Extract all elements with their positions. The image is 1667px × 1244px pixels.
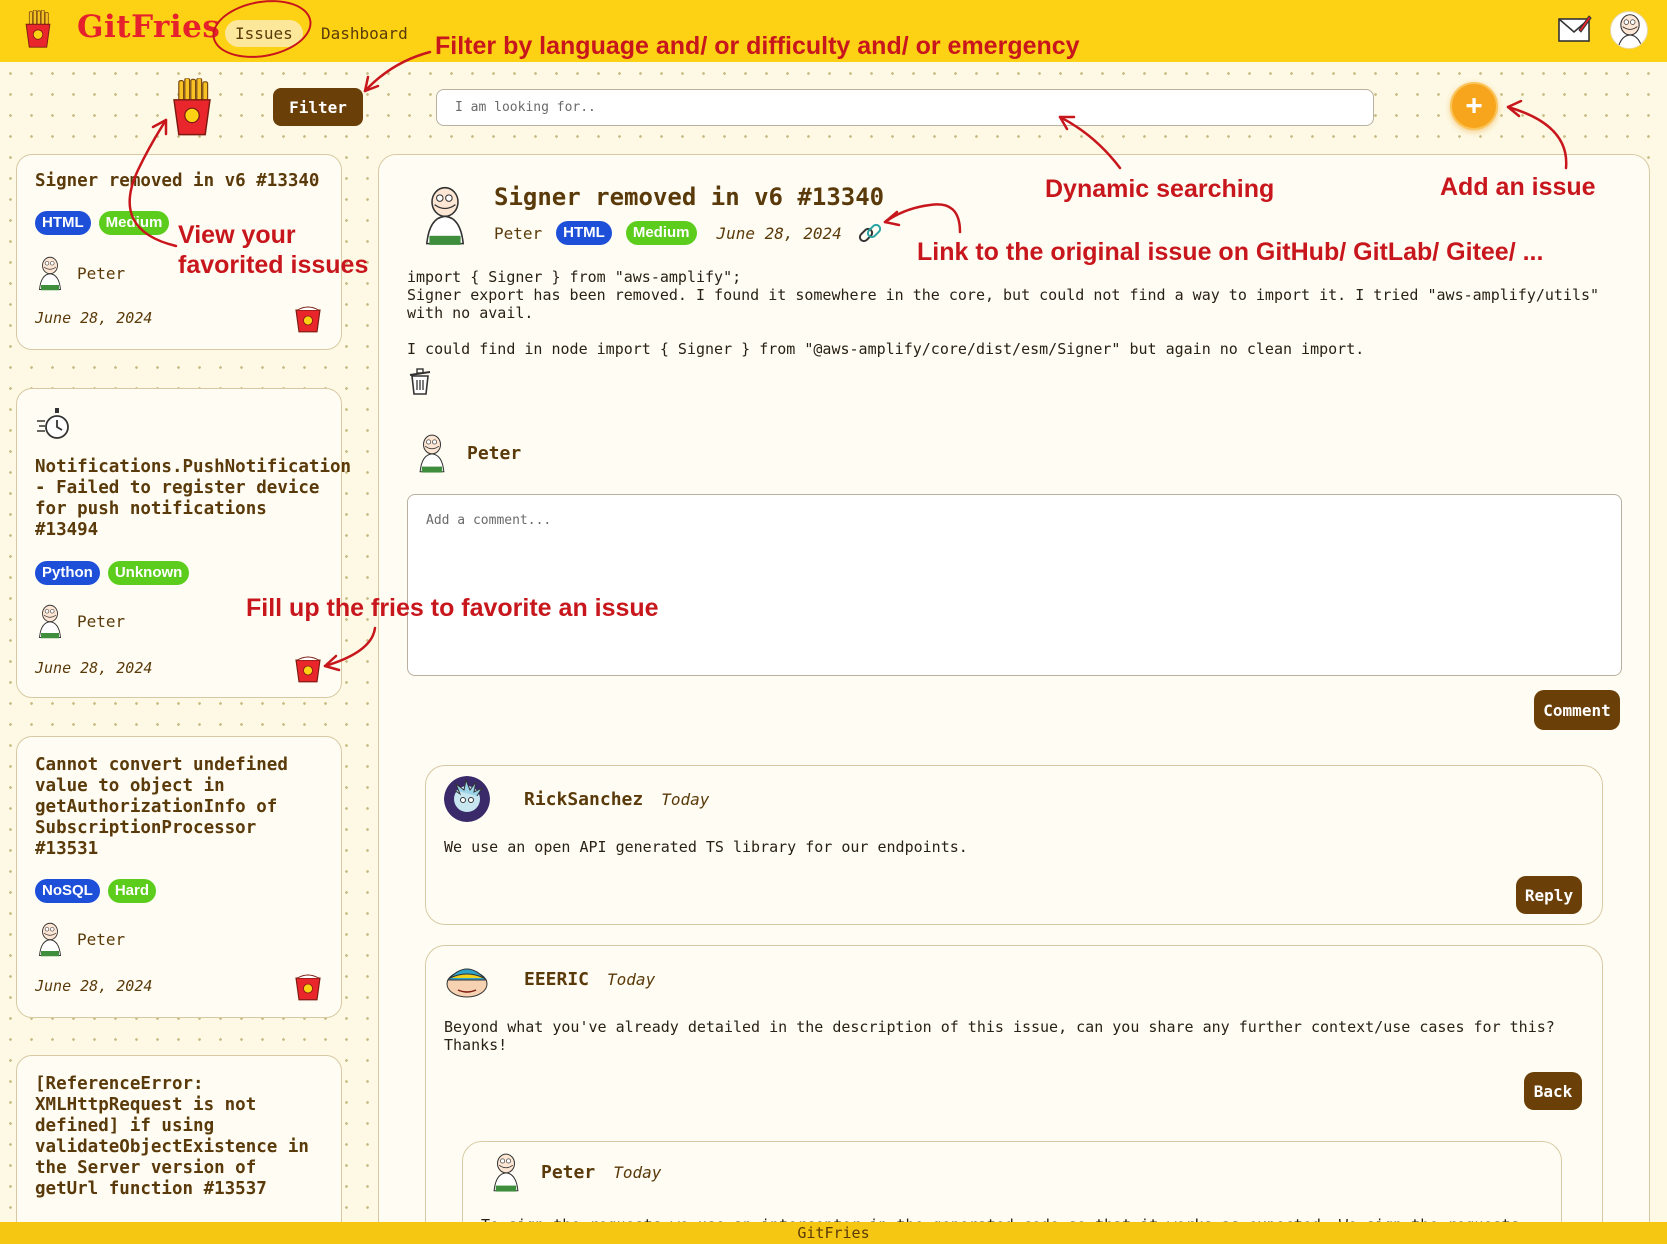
annotation-filter: Filter by language and/ or difficulty an… xyxy=(435,32,1080,60)
back-button[interactable]: Back xyxy=(1524,1072,1582,1110)
commenter-name: RickSanchez xyxy=(524,788,644,810)
difficulty-tag: Medium xyxy=(625,221,697,245)
issue-date: June 28, 2024 xyxy=(35,659,153,677)
issue-author-avatar xyxy=(419,183,471,247)
issue-card-title: Cannot convert undefined value to object… xyxy=(35,755,288,859)
comment-card: RickSanchez Today We use an open API gen… xyxy=(425,765,1603,925)
nav-tab-dashboard[interactable]: Dashboard xyxy=(311,20,418,47)
author-name: Peter xyxy=(77,929,126,949)
comment-text: Beyond what you've already detailed in t… xyxy=(444,1018,1555,1054)
favorite-fries-icon[interactable] xyxy=(293,305,323,333)
current-user-name: Peter xyxy=(467,442,522,464)
user-avatar[interactable] xyxy=(1610,11,1648,49)
difficulty-tag: Hard xyxy=(107,879,157,903)
commenter-avatar xyxy=(444,956,490,1002)
difficulty-tag: Unknown xyxy=(107,561,190,585)
comment-text: We use an open API generated TS library … xyxy=(444,838,968,856)
search-input[interactable] xyxy=(436,89,1374,126)
annotation-circle-issues xyxy=(207,0,317,66)
footer: GitFries xyxy=(0,1222,1667,1244)
comment-time: Today xyxy=(613,1162,662,1182)
issue-card[interactable]: [ReferenceError: XMLHttpRequest is not d… xyxy=(16,1055,342,1244)
comment-button[interactable]: Comment xyxy=(1534,690,1620,730)
author-avatar xyxy=(35,255,65,291)
mail-icon[interactable] xyxy=(1558,14,1592,44)
app-logo-text[interactable]: GitFries xyxy=(77,9,220,45)
commenter-name: Peter xyxy=(541,1161,596,1183)
issue-card[interactable]: Cannot convert undefined value to object… xyxy=(16,736,342,1018)
issue-detail-panel: Signer removed in v6 #13340 Peter HTML M… xyxy=(378,154,1650,1244)
language-tag: HTML xyxy=(35,211,91,235)
annotation-favorites-line1: View your xyxy=(178,221,296,249)
annotation-fill: Fill up the fries to favorite an issue xyxy=(246,594,659,622)
issue-date: June 28, 2024 xyxy=(35,977,153,995)
commenter-avatar xyxy=(444,776,490,822)
issue-card-title: [ReferenceError: XMLHttpRequest is not d… xyxy=(35,1074,309,1199)
annotation-add: Add an issue xyxy=(1440,173,1596,201)
peter-avatar-icon xyxy=(1611,12,1648,49)
author-name: Peter xyxy=(77,611,126,631)
fries-logo-icon[interactable] xyxy=(22,10,54,48)
author-avatar xyxy=(35,921,65,957)
current-user-avatar xyxy=(415,432,449,474)
difficulty-tag: Medium xyxy=(98,211,170,235)
annotation-favorites-line2: favorited issues xyxy=(178,251,369,279)
issue-author: Peter xyxy=(494,223,543,243)
filter-button[interactable]: Filter xyxy=(273,88,363,126)
issue-card-title: Signer removed in v6 #13340 xyxy=(35,171,320,191)
issue-date: June 28, 2024 xyxy=(716,223,842,243)
comment-card: EEERIC Today Beyond what you've already … xyxy=(425,945,1603,1244)
favorites-fries-icon[interactable] xyxy=(168,78,216,136)
language-tag: NoSQL xyxy=(35,879,100,903)
language-tag: HTML xyxy=(556,221,612,245)
commenter-avatar xyxy=(489,1150,523,1194)
issue-card[interactable]: Notifications.PushNotification - Failed … xyxy=(16,388,352,698)
favorite-fries-icon[interactable] xyxy=(293,655,323,683)
issue-card-title: Notifications.PushNotification - Failed … xyxy=(35,457,352,540)
comment-time: Today xyxy=(661,789,710,809)
reply-button[interactable]: Reply xyxy=(1516,876,1582,914)
favorite-fries-icon[interactable] xyxy=(293,973,323,1001)
issue-date: June 28, 2024 xyxy=(35,309,153,327)
author-avatar xyxy=(35,603,65,639)
annotation-link: Link to the original issue on GitHub/ Gi… xyxy=(917,238,1544,266)
comment-textarea[interactable] xyxy=(407,494,1622,676)
commenter-name: EEERIC xyxy=(524,968,590,990)
comment-time: Today xyxy=(607,969,656,989)
language-tag: Python xyxy=(35,561,100,585)
annotation-search: Dynamic searching xyxy=(1045,175,1275,203)
timer-icon xyxy=(37,408,69,439)
author-name: Peter xyxy=(77,263,126,283)
external-link-icon[interactable] xyxy=(856,219,884,247)
issue-title: Signer removed in v6 #13340 xyxy=(494,183,885,211)
add-issue-button[interactable]: + xyxy=(1450,82,1498,130)
trash-icon[interactable] xyxy=(407,367,433,395)
issue-description: import { Signer } from "aws-amplify"; Si… xyxy=(407,268,1600,358)
